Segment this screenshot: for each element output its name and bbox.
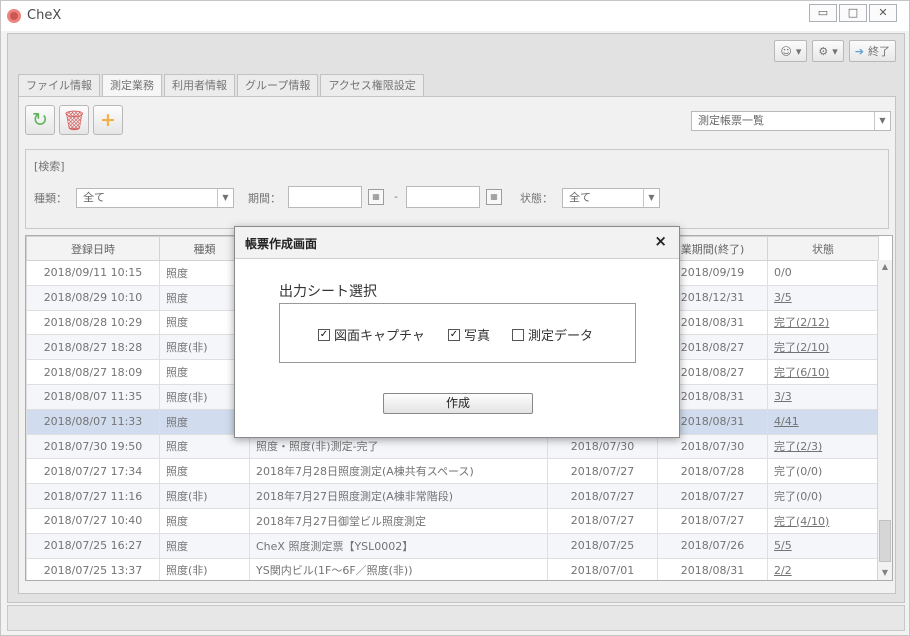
measurement-data-checkbox[interactable]: 測定データ xyxy=(512,325,593,344)
measurement-data-label: 測定データ xyxy=(528,329,594,344)
checkbox-box: ✓ xyxy=(318,328,330,341)
output-sheet-options: ✓ 図面キャプチャ ✓ 写真 測定データ xyxy=(279,303,636,363)
photo-checkbox[interactable]: ✓ 写真 xyxy=(448,325,490,344)
drawing-capture-checkbox[interactable]: ✓ 図面キャプチャ xyxy=(318,325,425,344)
checkbox-box: ✓ xyxy=(448,328,460,341)
photo-label: 写真 xyxy=(464,329,491,344)
close-icon[interactable]: × xyxy=(654,232,667,250)
dialog-title: 帳票作成画面 xyxy=(245,237,318,251)
output-sheet-label: 出力シート選択 xyxy=(279,284,377,300)
drawing-capture-label: 図面キャプチャ xyxy=(334,329,425,344)
report-creation-dialog: 帳票作成画面 × 出力シート選択 ✓ 図面キャプチャ ✓ 写真 測定データ 作成 xyxy=(234,226,680,438)
create-button[interactable]: 作成 xyxy=(383,393,533,414)
checkbox-box xyxy=(512,328,524,341)
dialog-header: 帳票作成画面 × xyxy=(235,227,679,259)
